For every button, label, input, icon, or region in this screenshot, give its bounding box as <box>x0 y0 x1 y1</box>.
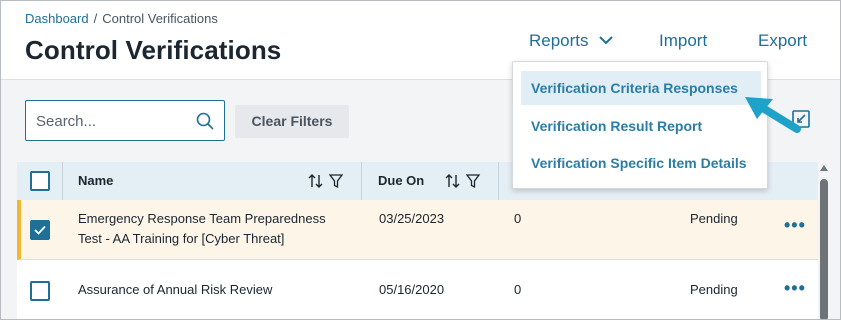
row-due-on: 03/25/2023 <box>379 211 445 226</box>
page-title: Control Verifications <box>25 35 282 65</box>
more-options-icon[interactable]: ••• <box>784 278 806 299</box>
sort-icon[interactable] <box>445 173 461 189</box>
breadcrumb-current: Control Verifications <box>102 11 218 26</box>
pointer-arrow-icon <box>745 97 801 133</box>
more-options-icon[interactable]: ••• <box>784 215 806 236</box>
table-row[interactable]: Emergency Response Team Preparedness Tes… <box>17 200 818 260</box>
column-divider <box>498 162 499 200</box>
search-input[interactable] <box>36 110 186 132</box>
row-count: 0 <box>514 211 522 226</box>
scrollbar-thumb[interactable] <box>820 179 828 319</box>
row-count: 0 <box>514 282 522 297</box>
row-checkbox[interactable] <box>30 281 50 301</box>
check-icon <box>34 225 46 235</box>
column-header-due-on[interactable]: Due On <box>378 162 424 200</box>
search-icon[interactable] <box>196 112 214 130</box>
row-name-line: Test - AA Training for [Cyber Threat] <box>78 231 285 246</box>
reports-dropdown-menu: Verification Criteria Responses Verifica… <box>512 61 768 189</box>
menu-item-verification-criteria-responses[interactable]: Verification Criteria Responses <box>521 71 761 105</box>
breadcrumb: Dashboard / Control Verifications <box>25 11 218 26</box>
breadcrumb-dashboard-link[interactable]: Dashboard <box>25 11 89 26</box>
import-button[interactable]: Import <box>659 31 707 51</box>
row-name-line: Emergency Response Team Preparedness <box>78 211 326 226</box>
search-box <box>25 100 225 141</box>
export-button[interactable]: Export <box>758 31 807 51</box>
filter-icon[interactable] <box>328 173 344 189</box>
row-name: Emergency Response Team Preparedness Tes… <box>78 209 358 249</box>
table-row[interactable]: Assurance of Annual Risk Review 05/16/20… <box>17 260 818 319</box>
row-status: Pending <box>690 282 738 297</box>
reports-label: Reports <box>529 31 589 50</box>
reports-menu-button[interactable]: Reports <box>529 31 613 51</box>
scroll-up-arrow-icon[interactable] <box>820 165 828 171</box>
breadcrumb-separator: / <box>93 11 98 26</box>
column-header-name[interactable]: Name <box>78 162 113 200</box>
row-status: Pending <box>690 211 738 226</box>
column-divider <box>62 162 63 200</box>
row-due-on: 05/16/2020 <box>379 282 445 297</box>
chevron-down-icon <box>599 35 613 44</box>
menu-item-verification-specific-item-details[interactable]: Verification Specific Item Details <box>521 146 761 180</box>
sort-icon[interactable] <box>308 173 324 189</box>
app-frame: Dashboard / Control Verifications Control … <box>0 0 841 320</box>
row-name: Assurance of Annual Risk Review <box>78 282 273 297</box>
column-divider <box>361 162 362 200</box>
clear-filters-button[interactable]: Clear Filters <box>235 105 349 138</box>
menu-item-verification-result-report[interactable]: Verification Result Report <box>521 109 761 143</box>
row-checkbox[interactable] <box>30 220 50 240</box>
filter-icon[interactable] <box>465 173 481 189</box>
select-all-checkbox[interactable] <box>30 171 50 191</box>
